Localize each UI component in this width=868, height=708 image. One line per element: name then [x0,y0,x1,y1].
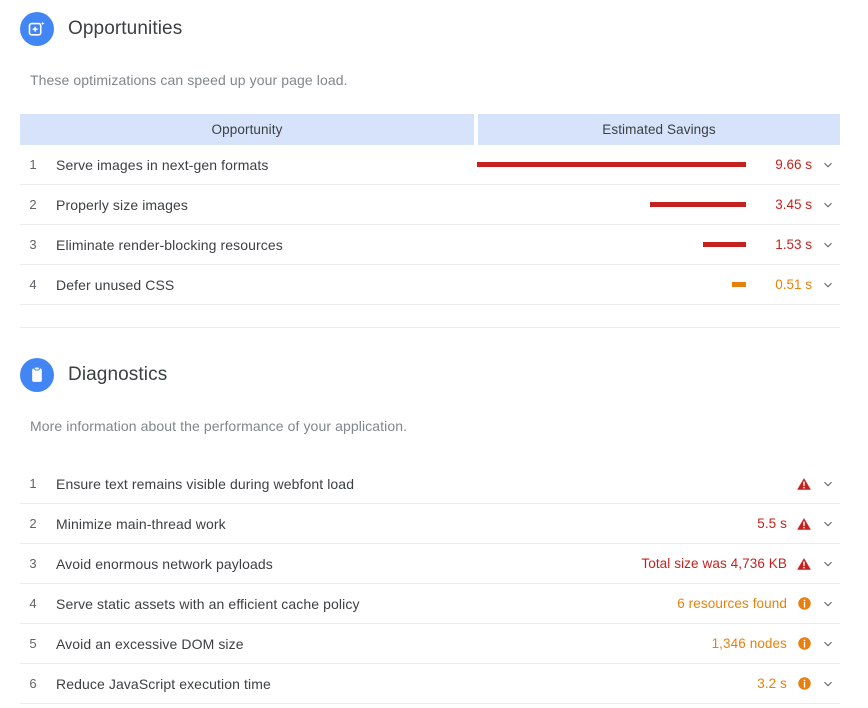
info-circle-icon [796,596,812,612]
diagnostic-value-cell: 5.5 s [757,516,812,532]
diagnostic-value: 3.2 s [757,676,787,691]
opportunity-row[interactable]: 4 Defer unused CSS 0.51 s [20,265,840,305]
chevron-down-icon[interactable] [816,278,840,292]
diagnostic-value-cell: 1,346 nodes [712,636,812,652]
savings-value: 3.45 s [775,197,812,212]
chevron-down-icon[interactable] [816,557,840,571]
opportunities-row-list: 1 Serve images in next-gen formats 9.66 s 2… [20,145,840,305]
savings-value: 0.51 s [775,277,812,292]
diagnostics-title: Diagnostics [68,364,168,385]
opportunities-title: Opportunities [68,18,183,39]
row-number: 2 [29,197,37,212]
chevron-down-icon[interactable] [816,597,840,611]
diagnostic-value: 6 resources found [677,596,787,611]
savings-bar [731,282,746,287]
opportunities-description: These optimizations can speed up your pa… [30,72,348,88]
diagnostic-value-cell [787,476,812,492]
warning-triangle-icon [796,516,812,532]
diagnostic-value-cell: 3.2 s [757,676,812,692]
diagnostic-row[interactable]: 6 Reduce JavaScript execution time 3.2 s [20,664,840,704]
savings-bar [703,242,746,247]
warning-triangle-icon [796,476,812,492]
column-header-opportunity: Opportunity [20,114,474,145]
diagnostics-description: More information about the performance o… [30,418,408,434]
diag-desc-gap [0,434,868,464]
column-header-estimated-savings: Estimated Savings [478,114,840,145]
info-circle-icon [796,676,812,692]
opportunity-title: Serve images in next-gen formats [56,156,269,173]
chevron-down-icon[interactable] [816,238,840,252]
chevron-down-icon[interactable] [816,477,840,491]
row-number: 2 [29,516,37,531]
diag-head-gap [0,392,868,418]
diagnostic-title: Reduce JavaScript execution time [56,675,271,692]
chevron-down-icon[interactable] [816,677,840,691]
diagnostic-row[interactable]: 2 Minimize main-thread work 5.5 s [20,504,840,544]
savings-bar-track [452,238,754,252]
row-number: 3 [29,237,37,252]
opportunity-row[interactable]: 1 Serve images in next-gen formats 9.66 s [20,145,840,185]
row-number: 1 [29,476,37,491]
row-number: 4 [29,277,37,292]
opportunities-table-header: Opportunity Estimated Savings [20,114,840,145]
diagnostic-row[interactable]: 4 Serve static assets with an efficient c… [20,584,840,624]
savings-bar [476,162,746,167]
row-number: 6 [29,676,37,691]
opportunity-title: Defer unused CSS [56,276,175,293]
diagnostics-section-header: Diagnostics [0,358,868,392]
chevron-down-icon[interactable] [816,637,840,651]
row-number: 3 [29,556,37,571]
opportunities-bottom-gap [0,305,868,327]
savings-bar-track [452,278,754,292]
diagnostic-value: 5.5 s [757,516,787,531]
diagnostic-title: Avoid an excessive DOM size [56,635,244,652]
info-circle-icon [796,636,812,652]
estimated-savings-cell: 9.66 s [452,157,812,172]
diagnostic-row[interactable]: 1 Ensure text remains visible during webf… [20,464,840,504]
opportunity-row[interactable]: 3 Eliminate render-blocking resources 1.53… [20,225,840,265]
diagnostic-value-cell: 6 resources found [677,596,812,612]
warning-triangle-icon [796,556,812,572]
savings-bar [649,202,746,207]
head-gap [0,46,868,72]
chevron-down-icon[interactable] [816,198,840,212]
savings-bar-track [452,198,754,212]
estimated-savings-cell: 0.51 s [452,277,812,292]
diagnostic-value: Total size was 4,736 KB [641,556,787,571]
row-number: 4 [29,596,37,611]
opportunity-title: Properly size images [56,196,188,213]
opportunities-table: Opportunity Estimated Savings 1 Serve ima… [20,114,840,305]
diagnostic-title: Minimize main-thread work [56,515,226,532]
estimated-savings-cell: 3.45 s [452,197,812,212]
diagnostic-value: 1,346 nodes [711,636,787,651]
diagnostic-title: Avoid enormous network payloads [56,555,273,572]
diagnostics-top-gap [0,328,868,358]
lighthouse-report-page: Opportunities These optimizations can sp… [0,0,868,708]
savings-bar-track [452,158,754,172]
clipboard-icon [20,358,54,392]
diagnostic-row[interactable]: 3 Avoid enormous network payloads Total si… [20,544,840,584]
diagnostic-value-cell: Total size was 4,736 KB [641,556,812,572]
chevron-down-icon[interactable] [816,517,840,531]
diagnostic-title: Serve static assets with an efficient ca… [56,595,360,612]
opportunity-row[interactable]: 2 Properly size images 3.45 s [20,185,840,225]
row-number: 1 [29,157,37,172]
top-spacer [0,0,868,12]
diagnostics-row-list: 1 Ensure text remains visible during webf… [20,464,840,708]
diagnostic-row[interactable]: 7Minimize Critical Requests Depth10 chai… [20,704,840,708]
savings-value: 9.66 s [775,157,812,172]
opportunity-title: Eliminate render-blocking resources [56,236,283,253]
diagnostic-title: Ensure text remains visible during webfo… [56,475,355,492]
opportunities-section-header: Opportunities [0,12,868,46]
diagnostics-table: 1 Ensure text remains visible during webf… [20,464,840,708]
image-plus-icon [20,12,54,46]
row-number: 5 [29,636,37,651]
savings-value: 1.53 s [775,237,812,252]
estimated-savings-cell: 1.53 s [452,237,812,252]
diagnostic-row[interactable]: 5 Avoid an excessive DOM size 1,346 nodes [20,624,840,664]
chevron-down-icon[interactable] [816,158,840,172]
desc-gap [0,88,868,114]
